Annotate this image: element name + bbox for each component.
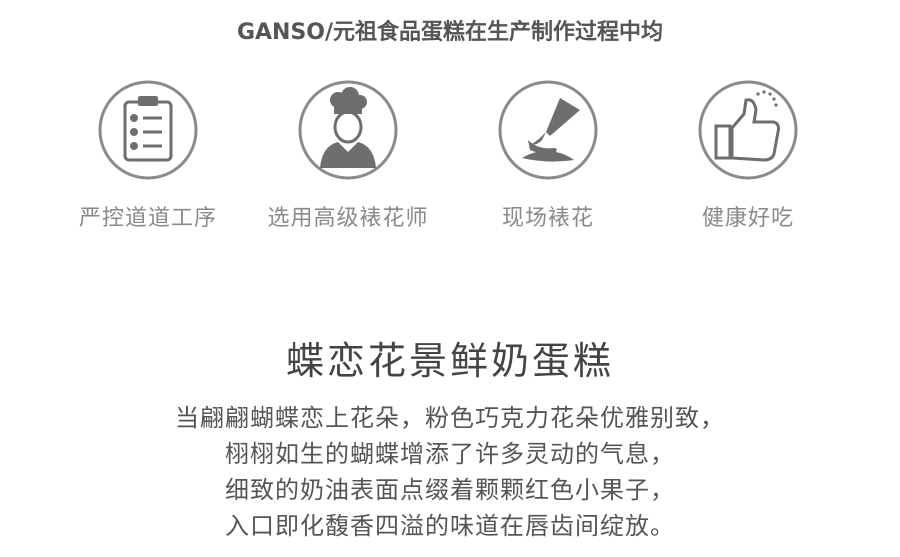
feature-label: 严控道道工序 xyxy=(78,206,217,231)
thumbs-up-icon xyxy=(698,80,798,180)
feature-label: 健康好吃 xyxy=(701,206,794,231)
piping-bag-icon xyxy=(498,80,598,180)
product-description: 当翩翩蝴蝶恋上花朵，粉色巧克力花朵优雅别致， 栩栩如生的蝴蝶增添了许多灵动的气息… xyxy=(0,400,900,544)
description-line: 细致的奶油表面点缀着颗颗红色小果子， xyxy=(225,476,675,504)
feature-pastry-chef: 选用高级裱花师 xyxy=(248,80,448,232)
feature-quality-control: 严控道道工序 xyxy=(48,80,248,232)
feature-label: 现场裱花 xyxy=(501,206,594,231)
clipboard-checklist-icon xyxy=(98,80,198,180)
product-title: 蝶恋花景鲜奶蛋糕 xyxy=(285,339,614,383)
feature-healthy-tasty: 健康好吃 xyxy=(648,80,848,232)
description-line: 当翩翩蝴蝶恋上花朵，粉色巧克力花朵优雅别致， xyxy=(175,404,725,432)
headline: GANSO/元祖食品蛋糕在生产制作过程中均 xyxy=(236,20,664,45)
description-line: 入口即化馥香四溢的味道在唇齿间绽放。 xyxy=(225,512,675,540)
description-line: 栩栩如生的蝴蝶增添了许多灵动的气息， xyxy=(225,440,675,468)
feature-onsite-decoration: 现场裱花 xyxy=(448,80,648,232)
feature-label: 选用高级裱花师 xyxy=(267,206,429,231)
chef-icon xyxy=(298,80,398,180)
